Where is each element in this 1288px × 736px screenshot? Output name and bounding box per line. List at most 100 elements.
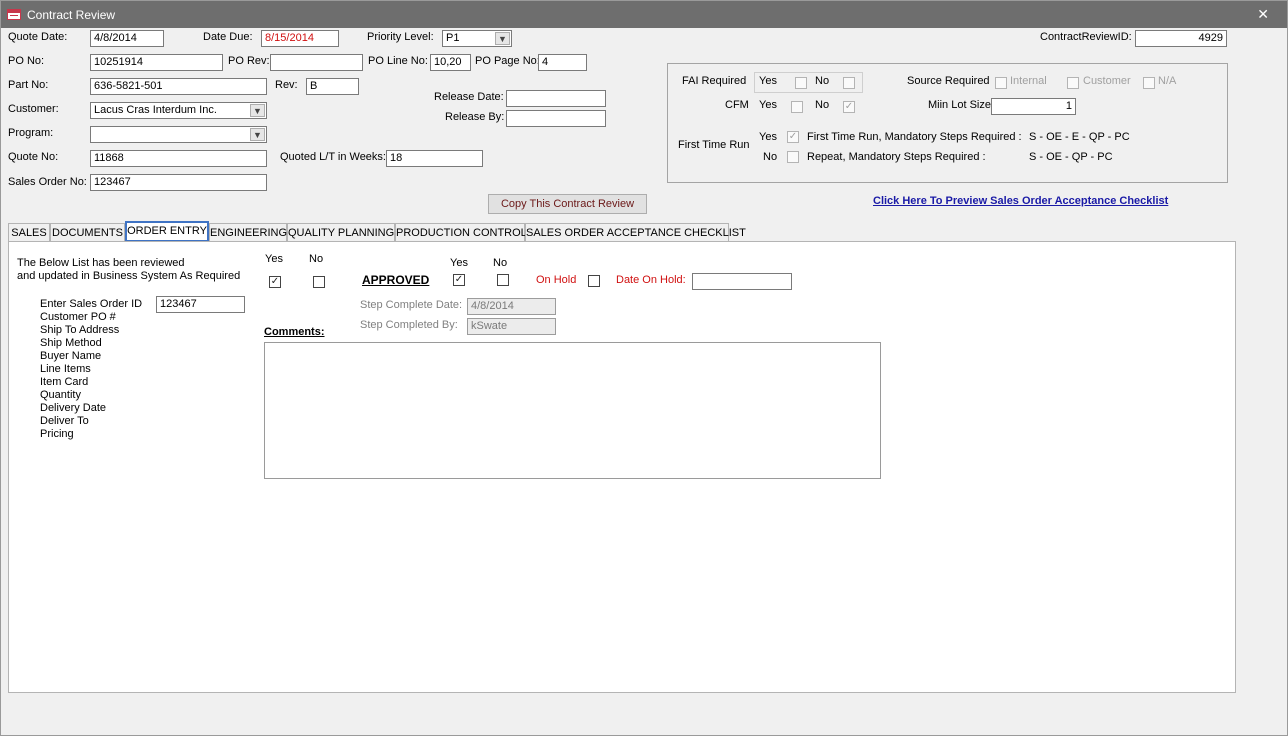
cfm-yes-label: Yes — [759, 99, 777, 111]
tab-documents[interactable]: DOCUMENTS — [50, 223, 125, 242]
cfm-label: CFM — [725, 99, 749, 111]
fai-no-label: No — [815, 75, 830, 87]
first-time-run-label: First Time Run — [678, 139, 750, 151]
list-item: Buyer Name — [40, 350, 102, 362]
ftr-no-steps: S - OE - QP - PC — [1029, 151, 1113, 163]
intro-line-2: and updated in Business System As Requir… — [17, 270, 241, 282]
on-hold-checkbox[interactable] — [588, 275, 600, 287]
approved-no-label: No — [493, 257, 508, 269]
quoted-lt-field[interactable]: 18 — [386, 150, 483, 167]
po-line-no-field[interactable]: 10,20 — [430, 54, 471, 71]
po-line-no-label: PO Line No: — [368, 55, 428, 67]
ftr-yes-checkbox[interactable]: ✓ — [787, 131, 799, 143]
approved-label: APPROVED — [362, 273, 430, 287]
intro-line-1: The Below List has been reviewed — [17, 257, 185, 269]
fai-no-checkbox[interactable] — [843, 77, 855, 89]
order-entry-page: The Below List has been reviewed and upd… — [8, 241, 1236, 693]
chevron-down-icon[interactable]: ▼ — [250, 128, 265, 141]
release-by-label: Release By: — [445, 111, 505, 123]
date-on-hold-field[interactable] — [692, 273, 792, 290]
program-select[interactable]: ▼ — [90, 126, 267, 143]
source-na-label: N/A — [1158, 75, 1177, 87]
sales-order-no-label: Sales Order No: — [8, 176, 87, 188]
list-item: Line Items — [40, 363, 91, 375]
ftr-yes-steps: S - OE - E - QP - PC — [1029, 131, 1130, 143]
tab-sales[interactable]: SALES — [8, 223, 50, 242]
step-completed-by-field: kSwate — [467, 318, 556, 335]
ftr-yes-label: Yes — [759, 131, 777, 143]
on-hold-label: On Hold — [536, 274, 577, 286]
quote-no-label: Quote No: — [8, 151, 59, 163]
tab-engineering[interactable]: ENGINEERING — [209, 223, 287, 242]
list-item: Deliver To — [40, 415, 89, 427]
po-rev-field[interactable] — [270, 54, 363, 71]
rev-field[interactable]: B — [306, 78, 359, 95]
list-item: Ship Method — [40, 337, 102, 349]
priority-level-value: P1 — [446, 32, 460, 44]
approved-yes-label: Yes — [450, 257, 468, 269]
list-item: Customer PO # — [40, 311, 116, 323]
contract-review-id-label: ContractReviewID: — [1040, 31, 1132, 43]
fai-yes-label: Yes — [759, 75, 777, 87]
reviewed-yes-checkbox[interactable]: ✓ — [269, 276, 281, 288]
po-rev-label: PO Rev: — [228, 55, 270, 67]
preview-checklist-link[interactable]: Click Here To Preview Sales Order Accept… — [873, 195, 1168, 207]
date-due-field[interactable]: 8/15/2014 — [261, 30, 339, 47]
ftr-no-label: No — [763, 151, 778, 163]
cfm-yes-checkbox[interactable] — [791, 101, 803, 113]
cfm-no-checkbox[interactable]: ✓ — [843, 101, 855, 113]
quote-no-field[interactable]: 11868 — [90, 150, 267, 167]
chevron-down-icon[interactable]: ▼ — [495, 32, 510, 45]
source-na-checkbox[interactable] — [1143, 77, 1155, 89]
release-by-field[interactable] — [506, 110, 606, 127]
quote-date-field[interactable]: 4/8/2014 — [90, 30, 164, 47]
tab-production-control[interactable]: PRODUCTION CONTROL — [395, 223, 527, 242]
po-no-label: PO No: — [8, 55, 45, 67]
release-date-label: Release Date: — [434, 91, 504, 103]
source-internal-checkbox[interactable] — [995, 77, 1007, 89]
fai-yes-checkbox[interactable] — [795, 77, 807, 89]
tab-order-entry[interactable]: ORDER ENTRY — [125, 221, 209, 242]
min-lot-size-label: Miin Lot Size — [928, 99, 991, 111]
tab-sales-order-acceptance-checklist[interactable]: SALES ORDER ACCEPTANCE CHECKLIST — [525, 223, 746, 242]
customer-select[interactable]: Lacus Cras Interdum Inc. ▼ — [90, 102, 267, 119]
po-page-no-field[interactable]: 4 — [538, 54, 587, 71]
close-icon[interactable]: ✕ — [1257, 6, 1269, 23]
approved-no-checkbox[interactable] — [497, 274, 509, 286]
reviewed-no-label: No — [309, 253, 324, 265]
date-on-hold-label: Date On Hold: — [616, 274, 686, 286]
comments-textarea[interactable] — [264, 342, 881, 479]
ftr-no-text: Repeat, Mandatory Steps Required : — [807, 151, 986, 163]
contract-review-id-field[interactable]: 4929 — [1135, 30, 1227, 47]
po-no-field[interactable]: 10251914 — [90, 54, 223, 71]
quote-date-label: Quote Date: — [8, 31, 68, 43]
source-customer-label: Customer — [1083, 75, 1131, 87]
po-page-no-label: PO Page No: — [475, 55, 540, 67]
chevron-down-icon[interactable]: ▼ — [250, 104, 265, 117]
copy-contract-review-button[interactable]: Copy This Contract Review — [488, 194, 647, 214]
part-no-field[interactable]: 636-5821-501 — [90, 78, 267, 95]
sales-order-no-field[interactable]: 123467 — [90, 174, 267, 191]
ftr-no-checkbox[interactable] — [787, 151, 799, 163]
sales-order-id-field[interactable]: 123467 — [156, 296, 245, 313]
release-date-field[interactable] — [506, 90, 606, 107]
source-required-label: Source Required — [907, 75, 990, 87]
form-icon — [7, 9, 21, 20]
step-complete-date-field: 4/8/2014 — [467, 298, 556, 315]
title-bar: Contract Review ✕ — [1, 1, 1287, 28]
step-completed-by-label: Step Completed By: — [360, 319, 458, 331]
tab-quality-planning[interactable]: QUALITY PLANNING — [287, 223, 395, 242]
reviewed-no-checkbox[interactable] — [313, 276, 325, 288]
priority-level-select[interactable]: P1 ▼ — [442, 30, 512, 47]
ftr-yes-text: First Time Run, Mandatory Steps Required… — [807, 131, 1022, 143]
quoted-lt-label: Quoted L/T in Weeks: — [280, 151, 386, 163]
source-customer-checkbox[interactable] — [1067, 77, 1079, 89]
min-lot-size-field[interactable]: 1 — [991, 98, 1076, 115]
priority-level-label: Priority Level: — [367, 31, 434, 43]
cfm-no-label: No — [815, 99, 830, 111]
contract-review-window: Contract Review ✕ Quote Date: 4/8/2014 D… — [0, 0, 1288, 736]
approved-yes-checkbox[interactable]: ✓ — [453, 274, 465, 286]
customer-value: Lacus Cras Interdum Inc. — [94, 104, 217, 116]
step-complete-date-label: Step Complete Date: — [360, 299, 463, 311]
reviewed-yes-label: Yes — [265, 253, 283, 265]
